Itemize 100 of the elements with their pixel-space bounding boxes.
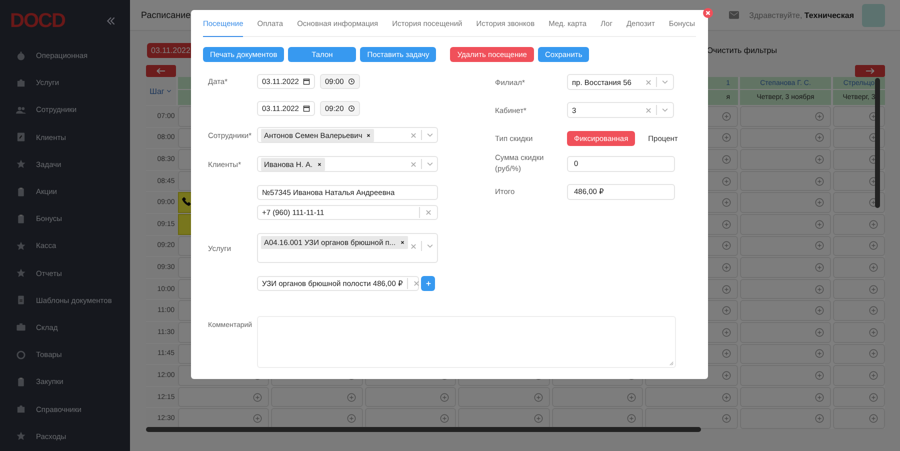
add-icon[interactable] [722,306,731,316]
add-icon[interactable] [815,133,824,142]
avatar[interactable] [862,4,885,26]
resize-grip-icon[interactable] [669,361,674,366]
add-icon[interactable] [815,220,824,229]
add-icon[interactable] [815,176,824,186]
schedule-slot[interactable] [458,408,550,429]
schedule-slot[interactable] [833,149,885,170]
step-dropdown[interactable]: Шаг [146,77,176,105]
add-icon[interactable] [722,392,731,402]
clear-icon[interactable] [645,106,652,114]
clipboard-icon [16,214,26,224]
add-icon[interactable] [346,414,356,424]
add-icon[interactable] [253,414,262,424]
schedule-slot[interactable] [833,106,885,127]
add-icon[interactable] [722,198,731,208]
arrow-left-icon[interactable] [146,65,176,77]
schedule-slot[interactable] [645,408,738,429]
add-icon[interactable] [253,392,262,402]
comment-field[interactable] [257,316,676,368]
add-icon[interactable] [869,370,878,380]
clear-icon[interactable] [425,209,432,216]
remove-icon[interactable] [400,240,405,245]
add-icon[interactable] [815,112,824,121]
add-icon[interactable] [815,198,824,208]
add-icon[interactable] [722,349,731,358]
add-icon[interactable] [869,392,878,402]
clipboard-icon [16,376,26,387]
add-icon[interactable] [869,306,878,316]
schedule-slot[interactable] [833,128,885,148]
chevron-down-icon[interactable] [426,160,434,168]
add-icon[interactable] [815,284,824,294]
add-icon[interactable] [722,176,731,186]
calendar-icon[interactable] [303,78,310,85]
phone-icon [182,196,192,206]
add-icon[interactable] [346,392,356,402]
clear-icon[interactable] [410,132,417,138]
clear-icon[interactable] [412,280,420,287]
add-icon[interactable] [722,154,731,164]
add-icon[interactable] [815,262,824,272]
add-icon[interactable] [534,414,543,424]
add-icon[interactable] [869,328,878,337]
add-icon[interactable] [627,392,636,402]
chevron-down-icon[interactable] [661,106,669,114]
remove-icon[interactable] [316,162,322,166]
add-icon[interactable] [815,306,824,316]
add-icon[interactable] [440,392,450,402]
add-icon[interactable] [815,414,824,424]
schedule-slot[interactable] [833,192,885,213]
clipboard-icon [16,186,26,197]
add-button[interactable] [421,276,435,291]
clock-icon[interactable] [348,105,355,112]
plus-icon[interactable] [424,280,432,287]
collapse-icon[interactable] [106,16,116,26]
add-icon[interactable] [815,349,824,358]
schedule-slot[interactable] [833,170,885,192]
add-icon[interactable] [815,328,824,337]
add-icon[interactable] [815,241,824,250]
add-icon[interactable] [627,414,636,424]
chevron-down-icon[interactable] [426,131,434,139]
add-icon[interactable] [534,392,543,402]
add-icon[interactable] [722,284,731,294]
chevron-down-icon[interactable] [661,78,669,86]
vertical-scrollbar[interactable] [875,78,880,208]
add-icon[interactable] [722,328,731,337]
add-icon[interactable] [869,284,878,294]
remove-icon[interactable] [366,132,372,138]
mail-icon[interactable] [729,11,740,19]
add-icon[interactable] [869,220,878,229]
add-icon[interactable] [869,349,878,358]
clock-icon[interactable] [348,78,355,85]
add-icon[interactable] [815,392,824,402]
chevron-down-icon[interactable] [166,88,172,94]
add-icon[interactable] [815,370,824,380]
add-icon[interactable] [722,241,731,250]
close-icon[interactable] [703,8,713,18]
horizontal-scrollbar[interactable] [146,427,701,432]
stopwatch-icon [16,50,26,61]
add-icon[interactable] [815,154,824,164]
add-icon[interactable] [869,262,878,272]
add-icon[interactable] [722,414,731,424]
schedule-slot[interactable] [271,408,363,429]
schedule-slot[interactable] [364,408,456,429]
calendar-icon[interactable] [303,105,310,112]
clear-icon[interactable] [410,160,417,168]
add-icon[interactable] [869,414,878,424]
clear-icon[interactable] [410,242,417,250]
add-icon[interactable] [869,241,878,250]
add-icon[interactable] [722,370,731,380]
chevron-down-icon[interactable] [426,242,434,250]
add-icon[interactable] [722,220,731,229]
schedule-slot[interactable] [178,408,270,429]
add-icon[interactable] [722,262,731,272]
arrow-right-icon[interactable] [855,65,885,77]
clear-filters-link[interactable]: Очистить фильтры [706,46,777,55]
add-icon[interactable] [722,112,731,121]
clear-icon[interactable] [645,78,652,86]
add-icon[interactable] [440,414,450,424]
schedule-slot[interactable] [552,408,643,429]
add-icon[interactable] [722,133,731,142]
